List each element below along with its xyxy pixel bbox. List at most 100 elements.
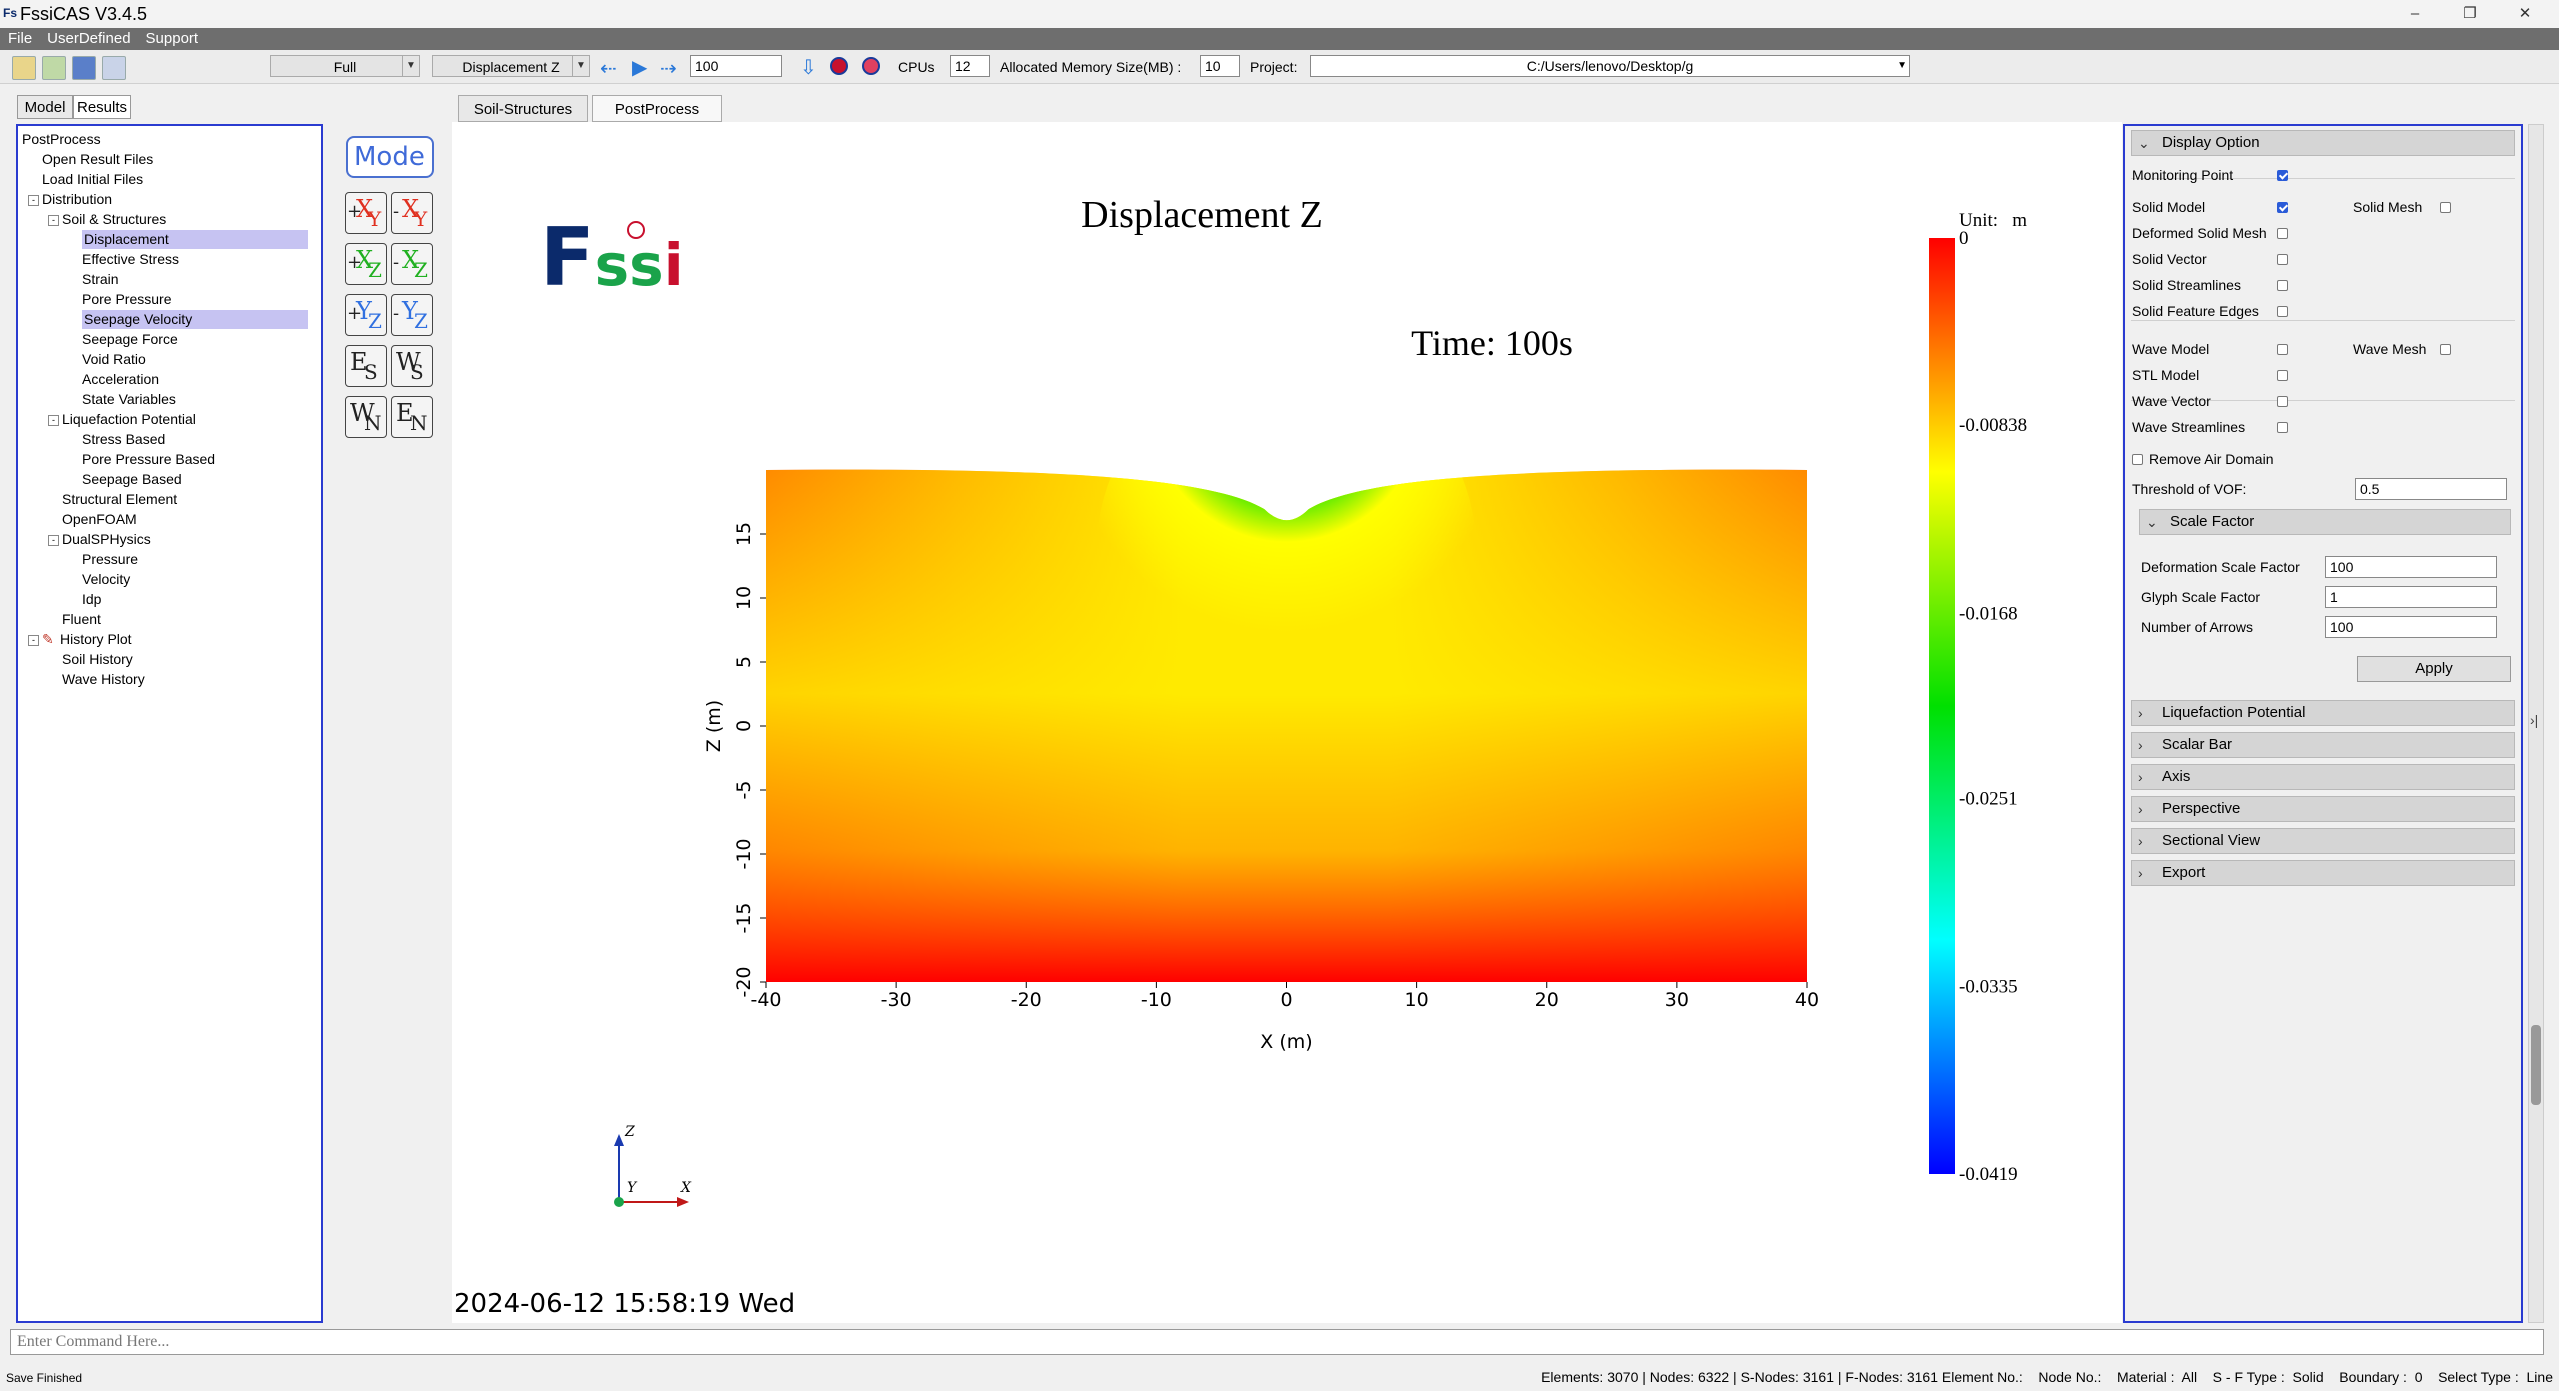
globe-icon[interactable] [830, 57, 848, 75]
tree-item-pore-pressure[interactable]: Pore Pressure [82, 290, 171, 309]
tree-item-open-result-files[interactable]: Open Result Files [42, 150, 153, 169]
view-plus-xy-button[interactable]: + X Y [345, 192, 387, 234]
tree-item-structural-element[interactable]: Structural Element [62, 490, 177, 509]
tree-item-displacement[interactable]: Displacement [82, 230, 308, 249]
tree-item-wave-history[interactable]: Wave History [62, 670, 145, 689]
scale-factor-header[interactable]: ⌄ Scale Factor [2139, 509, 2511, 535]
open-project-icon[interactable] [42, 56, 66, 80]
plot-viewport[interactable]: -40 -30 -20 -10 0 10 20 30 40 -20 -15 -10 -5 0 5 10 15 X … [452, 122, 2122, 1323]
option-checkbox[interactable] [2277, 170, 2288, 181]
option-checkbox[interactable] [2277, 396, 2288, 407]
scale-input[interactable]: 100 [2325, 556, 2497, 578]
view-plus-xz-button[interactable]: + X Z [345, 243, 387, 285]
tree-item-pressure[interactable]: Pressure [82, 550, 138, 569]
option-checkbox[interactable] [2277, 254, 2288, 265]
tree-expander-icon[interactable]: - [48, 535, 59, 546]
menu-support[interactable]: Support [138, 28, 206, 49]
view-minus-xy-button[interactable]: -XY [391, 192, 433, 234]
tree-item-stress-based[interactable]: Stress Based [82, 430, 165, 449]
tree-item-dualsphysics[interactable]: DualSPHysics [62, 530, 151, 549]
download-icon[interactable]: ⇩ [800, 55, 817, 80]
option-checkbox[interactable] [2277, 280, 2288, 291]
option-checkbox[interactable] [2277, 202, 2288, 213]
view-plus-yz-button[interactable]: + Y Z [345, 294, 387, 336]
result-type-select[interactable]: Displacement Z ▼ [432, 55, 590, 77]
tree-item-soil-history[interactable]: Soil History [62, 650, 133, 669]
section-export[interactable]: › Export [2131, 860, 2515, 886]
tree-expander-icon[interactable]: - [28, 635, 39, 646]
command-input[interactable]: Enter Command Here... [10, 1329, 2544, 1355]
step-forward-icon[interactable]: ⇢ [660, 56, 677, 81]
copy-icon[interactable] [102, 56, 126, 80]
close-icon[interactable]: ✕ [2505, 2, 2545, 26]
tree-item-soil-structures[interactable]: Soil & Structures [62, 210, 166, 229]
cpus-input[interactable]: 12 [950, 55, 990, 77]
step-back-icon[interactable]: ⇠ [600, 56, 617, 81]
settings-globe-icon[interactable] [862, 57, 880, 75]
save-icon[interactable] [72, 56, 96, 80]
tree-item-seepage-based[interactable]: Seepage Based [82, 470, 182, 489]
option-checkbox[interactable] [2277, 422, 2288, 433]
tree-item-idp[interactable]: Idp [82, 590, 101, 609]
section-axis[interactable]: › Axis [2131, 764, 2515, 790]
tab-results[interactable]: Results [73, 95, 131, 119]
view-en-button[interactable]: EN [391, 396, 433, 438]
view-ws-button[interactable]: WS [391, 345, 433, 387]
option-checkbox[interactable] [2277, 306, 2288, 317]
mode-button[interactable]: Mode [346, 136, 434, 178]
restore-icon[interactable]: ❐ [2450, 2, 2490, 26]
section-sectional-view[interactable]: › Sectional View [2131, 828, 2515, 854]
tree-item-openfoam[interactable]: OpenFOAM [62, 510, 137, 529]
tree-expander-icon[interactable]: - [48, 215, 59, 226]
option-checkbox[interactable] [2277, 370, 2288, 381]
tree-item-effective-stress[interactable]: Effective Stress [82, 250, 179, 269]
tree-item-seepage-force[interactable]: Seepage Force [82, 330, 178, 349]
section-scalar-bar[interactable]: › Scalar Bar [2131, 732, 2515, 758]
option-checkbox[interactable] [2277, 344, 2288, 355]
view-minus-xz-button[interactable]: -XZ [391, 243, 433, 285]
option-checkbox[interactable] [2440, 202, 2451, 213]
project-path-input[interactable]: C:/Users/lenovo/Desktop/g ▼ [1310, 55, 1910, 77]
scale-input[interactable]: 100 [2325, 616, 2497, 638]
apply-button[interactable]: Apply [2357, 656, 2511, 682]
view-es-button[interactable]: ES [345, 345, 387, 387]
new-file-icon[interactable] [12, 56, 36, 80]
cpus-label: CPUs [898, 59, 935, 75]
tab-postprocess[interactable]: PostProcess [592, 95, 722, 122]
step-input[interactable]: 100 [690, 55, 782, 77]
tree-item-pore-pressure-based[interactable]: Pore Pressure Based [82, 450, 215, 469]
menu-userdefined[interactable]: UserDefined [39, 28, 137, 49]
tree-item-strain[interactable]: Strain [82, 270, 119, 289]
tab-model[interactable]: Model [17, 95, 73, 119]
tree-item-distribution[interactable]: Distribution [42, 190, 112, 209]
tab-soil-structures[interactable]: Soil-Structures [458, 95, 588, 122]
minimize-icon[interactable]: – [2395, 2, 2435, 26]
tree-item-velocity[interactable]: Velocity [82, 570, 130, 589]
memory-input[interactable]: 10 [1200, 55, 1240, 77]
tree-item-state-variables[interactable]: State Variables [82, 390, 176, 409]
tree-item-postprocess[interactable]: PostProcess [22, 130, 101, 149]
view-minus-yz-button[interactable]: -YZ [391, 294, 433, 336]
tree-item-acceleration[interactable]: Acceleration [82, 370, 159, 389]
remove-air-checkbox[interactable] [2132, 454, 2143, 465]
section-perspective[interactable]: › Perspective [2131, 796, 2515, 822]
tree-item-seepage-velocity[interactable]: Seepage Velocity [82, 310, 308, 329]
scale-input[interactable]: 1 [2325, 586, 2497, 608]
view-mode-select[interactable]: Full ▼ [270, 55, 420, 77]
scrollbar-thumb[interactable] [2531, 1025, 2541, 1105]
view-wn-button[interactable]: WN [345, 396, 387, 438]
tree-item-fluent[interactable]: Fluent [62, 610, 101, 629]
collapse-panel-icon[interactable]: ›| [2530, 712, 2538, 728]
play-icon[interactable]: ▶ [632, 55, 647, 80]
tree-item-void-ratio[interactable]: Void Ratio [82, 350, 146, 369]
menu-file[interactable]: File [0, 28, 39, 49]
vof-input[interactable]: 0.5 [2355, 478, 2507, 500]
tree-expander-icon[interactable]: - [28, 195, 39, 206]
tree-item-load-initial-files[interactable]: Load Initial Files [42, 170, 143, 189]
option-checkbox[interactable] [2440, 344, 2451, 355]
tree-item-liquefaction-potential[interactable]: Liquefaction Potential [62, 410, 196, 429]
section-liquefaction-potential[interactable]: › Liquefaction Potential [2131, 700, 2515, 726]
tree-item-history-plot[interactable]: History Plot [60, 630, 132, 649]
option-checkbox[interactable] [2277, 228, 2288, 239]
tree-expander-icon[interactable]: - [48, 415, 59, 426]
